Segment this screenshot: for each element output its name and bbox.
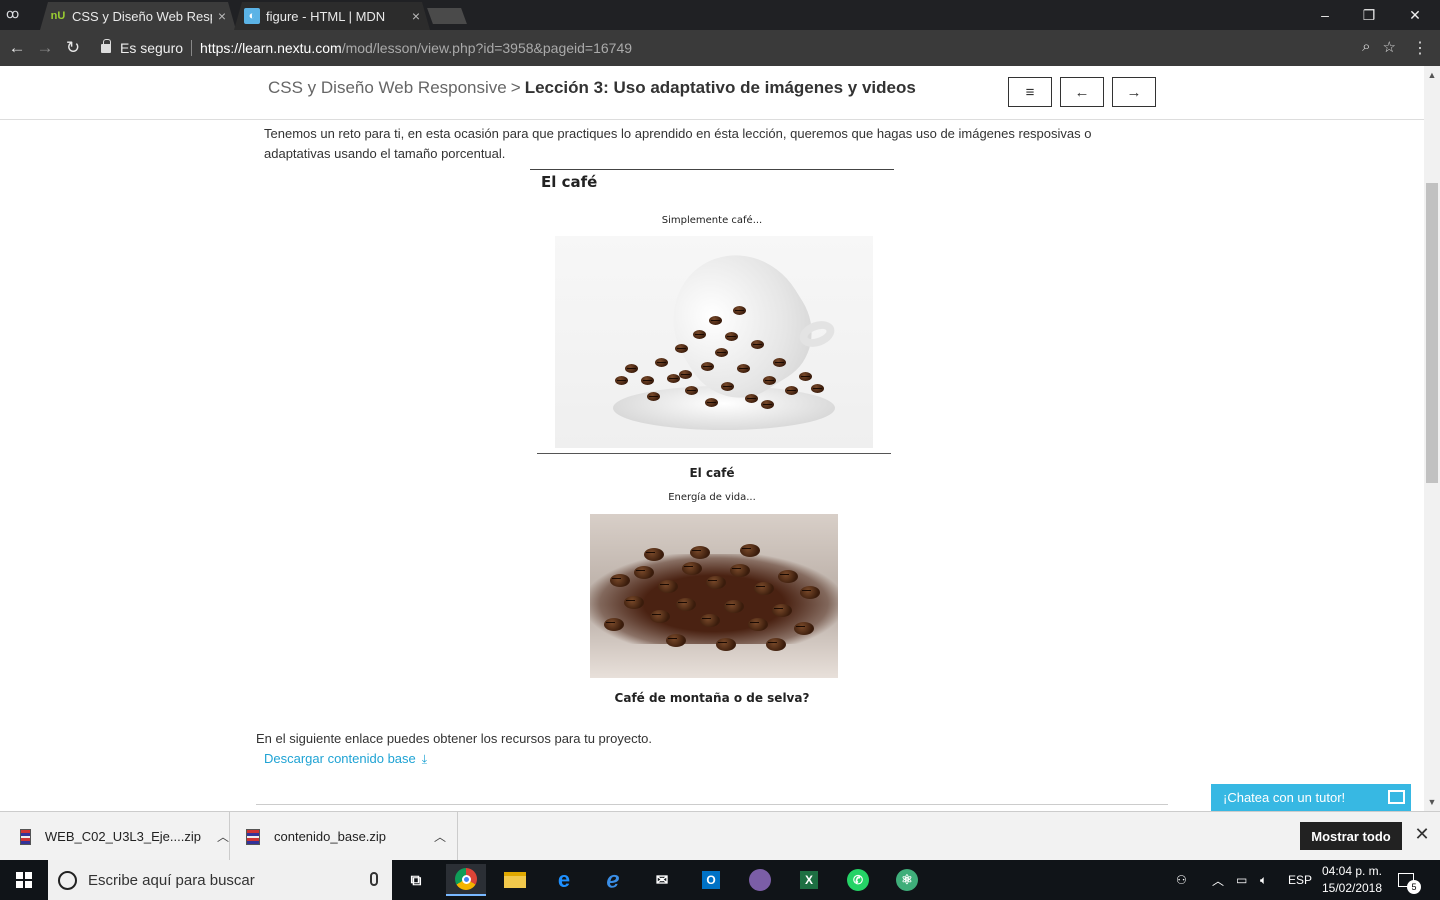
browser-menu-icon[interactable]: ⋮ — [1412, 38, 1428, 58]
prev-page-button[interactable]: ← — [1060, 77, 1104, 107]
download-link-label[interactable]: Descargar contenido base — [264, 751, 416, 766]
tab-title: CSS y Diseño Web Respo — [72, 8, 212, 24]
tab-close-icon[interactable]: × — [218, 8, 226, 24]
windows-taskbar: Escribe aquí para buscar ⧉ e ℯ ✉ O X ✆ ⚛… — [0, 860, 1440, 900]
scroll-up-icon[interactable]: ▲ — [1424, 68, 1440, 82]
figure-top-rule — [530, 169, 894, 170]
figure-title: El café — [541, 173, 598, 191]
zip-file-icon — [20, 828, 31, 845]
chrome-icon[interactable] — [446, 864, 486, 896]
next-page-button[interactable]: → — [1112, 77, 1156, 107]
network-icon[interactable]: ▭ — [1236, 860, 1247, 900]
mdn-favicon-icon: ◐ — [244, 8, 260, 24]
new-tab-button[interactable] — [427, 8, 467, 24]
resources-text: En el siguiente enlace puedes obtener lo… — [256, 731, 653, 746]
figure-caption-1: El café — [689, 466, 735, 480]
figure-divider — [537, 453, 891, 454]
tab-nextu[interactable]: nU CSS y Diseño Web Respo × — [40, 2, 236, 30]
restore-button[interactable]: ❐ — [1346, 0, 1392, 30]
lock-icon — [101, 38, 111, 53]
show-all-downloads-button[interactable]: Mostrar todo — [1300, 822, 1402, 850]
taskbar-search[interactable]: Escribe aquí para buscar — [48, 860, 392, 900]
intro-text: Tenemos un reto para ti, en esta ocasión… — [264, 126, 1092, 161]
chat-window-icon — [1388, 790, 1405, 804]
outlook-icon[interactable]: O — [691, 864, 731, 896]
download-icon: ⤓ — [421, 752, 428, 766]
file-explorer-icon[interactable] — [495, 864, 535, 896]
close-downloads-icon[interactable]: ✕ — [1412, 824, 1432, 846]
tab-mdn[interactable]: ◐ figure - HTML | MDN × — [234, 2, 430, 30]
task-view-icon[interactable]: ⧉ — [396, 864, 436, 896]
cat-app-icon[interactable] — [740, 864, 780, 896]
whatsapp-icon[interactable]: ✆ — [838, 864, 878, 896]
coffee-cup-image — [555, 236, 873, 448]
scrollbar-thumb[interactable] — [1426, 183, 1438, 483]
secure-label: Es seguro — [120, 40, 193, 56]
coffee-beans-image — [590, 514, 838, 678]
clock-date: 15/02/2018 — [1321, 881, 1383, 895]
people-icon[interactable]: ⚇ — [1176, 860, 1187, 900]
zoom-icon[interactable]: ⌕ — [1362, 38, 1370, 56]
downloads-bar: WEB_C02_U3L3_Eje....zip ︿ contenido_base… — [0, 811, 1440, 861]
back-arrow-icon[interactable]: ← — [6, 37, 28, 59]
breadcrumb: CSS y Diseño Web Responsive > Lección 3: U… — [268, 78, 916, 98]
start-button[interactable] — [0, 860, 48, 900]
url-path: /mod/lesson/view.php?id=3958&pageid=1674… — [341, 40, 633, 56]
scroll-down-icon[interactable]: ▼ — [1424, 795, 1440, 809]
volume-icon[interactable]: 🔈︎ — [1260, 860, 1267, 900]
chevron-up-icon[interactable]: ︿ — [217, 828, 229, 845]
tab-strip: ꝏ nU CSS y Diseño Web Respo × ◐ figure -… — [0, 0, 1440, 30]
tab-close-icon[interactable]: × — [412, 8, 420, 24]
clock[interactable]: 04:04 p. m. 15/02/2018 — [1316, 863, 1388, 897]
chevron-up-icon[interactable]: ︿ — [434, 828, 446, 845]
cortana-icon — [58, 870, 77, 890]
incognito-icon: ꝏ — [6, 6, 20, 21]
download-filename: contenido_base.zip — [274, 829, 387, 844]
breadcrumb-lesson: Lección 3: Uso adaptativo de imágenes y … — [524, 78, 916, 97]
internet-explorer-icon[interactable]: ℯ — [593, 864, 633, 896]
mail-icon[interactable]: ✉ — [642, 864, 682, 896]
taskbar-search-placeholder: Escribe aquí para buscar — [88, 871, 255, 889]
url-host: https://learn.nextu.com — [200, 40, 342, 56]
breadcrumb-course[interactable]: CSS y Diseño Web Responsive — [268, 78, 507, 97]
chat-tutor-label: ¡Chatea con un tutor! — [1223, 790, 1346, 805]
figure-subtitle-2: Energía de vida... — [668, 492, 756, 503]
tab-title: figure - HTML | MDN — [266, 8, 386, 24]
breadcrumb-separator: > — [510, 78, 521, 97]
notification-count: 5 — [1407, 880, 1421, 894]
figure-subtitle-1: Simplemente café... — [661, 215, 763, 226]
nextu-favicon: nU — [50, 10, 66, 22]
atom-icon[interactable]: ⚛ — [887, 864, 927, 896]
bookmark-star-icon[interactable]: ☆ — [1383, 38, 1396, 56]
excel-icon[interactable]: X — [789, 864, 829, 896]
clock-time: 04:04 p. m. — [1321, 864, 1383, 878]
figure-caption-2: Café de montaña o de selva? — [614, 691, 810, 705]
url-field[interactable]: Es seguro https://learn.nextu.com/mod/le… — [92, 34, 1408, 62]
minimize-button[interactable]: – — [1302, 0, 1348, 30]
close-window-button[interactable]: ✕ — [1392, 0, 1438, 30]
lesson-menu-button[interactable]: ≡ — [1008, 77, 1052, 107]
windows-logo-icon — [16, 872, 32, 888]
microphone-icon[interactable] — [370, 872, 378, 886]
forward-arrow-icon[interactable]: → — [34, 37, 56, 59]
action-center-icon[interactable]: 5 — [1398, 860, 1421, 900]
address-bar: ← → ↻ Es seguro https://learn.nextu.com /… — [0, 30, 1440, 66]
download-item[interactable]: WEB_C02_U3L3_Eje....zip ︿ — [0, 812, 230, 861]
lesson-header: CSS y Diseño Web Responsive > Lección 3: U… — [0, 66, 1424, 120]
tray-chevron-up-icon[interactable]: ︿ — [1212, 860, 1224, 900]
edge-icon[interactable]: e — [544, 864, 584, 896]
download-item[interactable]: contenido_base.zip ︿ — [230, 812, 458, 861]
content-divider — [256, 804, 1168, 805]
language-indicator[interactable]: ESP — [1288, 860, 1312, 900]
zip-file-icon — [246, 828, 260, 845]
reload-icon[interactable]: ↻ — [62, 37, 84, 59]
lesson-content: Tenemos un reto para ti, en esta ocasión… — [0, 121, 1424, 811]
download-filename: WEB_C02_U3L3_Eje....zip — [44, 829, 201, 844]
download-link[interactable]: Descargar contenido base ⤓ — [264, 751, 427, 767]
chat-tutor-button[interactable]: ¡Chatea con un tutor! — [1211, 784, 1411, 811]
